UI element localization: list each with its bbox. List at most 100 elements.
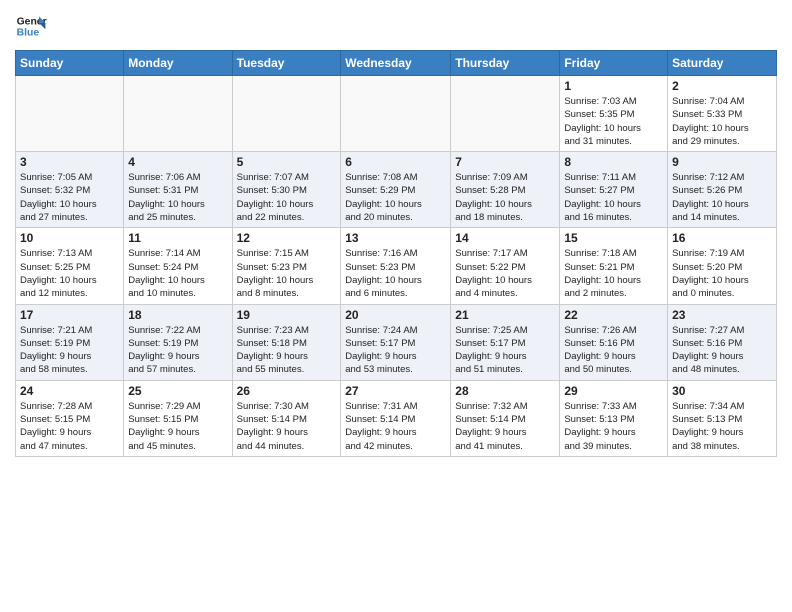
weekday-header-tuesday: Tuesday [232,51,341,76]
calendar-cell [341,76,451,152]
calendar-cell: 20 Sunrise: 7:24 AM Sunset: 5:17 PM Dayli… [341,304,451,380]
day-number: 9 [672,155,772,169]
day-number: 4 [128,155,227,169]
day-number: 23 [672,308,772,322]
day-info: Sunrise: 7:24 AM Sunset: 5:17 PM Dayligh… [345,324,446,377]
day-number: 10 [20,231,119,245]
header: General Blue [15,10,777,42]
day-info: Sunrise: 7:34 AM Sunset: 5:13 PM Dayligh… [672,400,772,453]
calendar-cell: 29 Sunrise: 7:33 AM Sunset: 5:13 PM Dayli… [560,380,668,456]
svg-text:Blue: Blue [17,28,40,39]
day-info: Sunrise: 7:26 AM Sunset: 5:16 PM Dayligh… [564,324,663,377]
day-info: Sunrise: 7:25 AM Sunset: 5:17 PM Dayligh… [455,324,555,377]
weekday-header-thursday: Thursday [451,51,560,76]
day-info: Sunrise: 7:31 AM Sunset: 5:14 PM Dayligh… [345,400,446,453]
weekday-header-monday: Monday [124,51,232,76]
day-number: 11 [128,231,227,245]
week-row-2: 3Sunrise: 7:05 AM Sunset: 5:32 PM Daylig… [16,152,777,228]
calendar-cell: 16 Sunrise: 7:19 AM Sunset: 5:20 PM Dayli… [668,228,777,304]
day-info: Sunrise: 7:03 AM Sunset: 5:35 PM Dayligh… [564,95,663,148]
day-info: Sunrise: 7:06 AM Sunset: 5:31 PM Dayligh… [128,171,227,224]
logo-icon: General Blue [15,10,47,42]
calendar-cell: 7 Sunrise: 7:09 AM Sunset: 5:28 PM Daylig… [451,152,560,228]
day-info: Sunrise: 7:09 AM Sunset: 5:28 PM Dayligh… [455,171,555,224]
day-number: 15 [564,231,663,245]
calendar-table: SundayMondayTuesdayWednesdayThursdayFrid… [15,50,777,457]
day-info: Sunrise: 7:28 AM Sunset: 5:15 PM Dayligh… [20,400,119,453]
day-info: Sunrise: 7:16 AM Sunset: 5:23 PM Dayligh… [345,247,446,300]
day-number: 12 [237,231,337,245]
day-number: 1 [564,79,663,93]
day-info: Sunrise: 7:33 AM Sunset: 5:13 PM Dayligh… [564,400,663,453]
week-row-3: 10Sunrise: 7:13 AM Sunset: 5:25 PM Dayli… [16,228,777,304]
day-number: 20 [345,308,446,322]
calendar-cell: 9 Sunrise: 7:12 AM Sunset: 5:26 PM Daylig… [668,152,777,228]
day-number: 24 [20,384,119,398]
day-info: Sunrise: 7:27 AM Sunset: 5:16 PM Dayligh… [672,324,772,377]
calendar-cell: 25 Sunrise: 7:29 AM Sunset: 5:15 PM Dayli… [124,380,232,456]
day-info: Sunrise: 7:17 AM Sunset: 5:22 PM Dayligh… [455,247,555,300]
day-info: Sunrise: 7:23 AM Sunset: 5:18 PM Dayligh… [237,324,337,377]
day-number: 21 [455,308,555,322]
calendar-cell: 6 Sunrise: 7:08 AM Sunset: 5:29 PM Daylig… [341,152,451,228]
week-row-1: 1 Sunrise: 7:03 AM Sunset: 5:35 PM Daylig… [16,76,777,152]
day-info: Sunrise: 7:08 AM Sunset: 5:29 PM Dayligh… [345,171,446,224]
weekday-header-sunday: Sunday [16,51,124,76]
day-number: 5 [237,155,337,169]
calendar-cell: 15 Sunrise: 7:18 AM Sunset: 5:21 PM Dayli… [560,228,668,304]
calendar-cell: 12Sunrise: 7:15 AM Sunset: 5:23 PM Dayli… [232,228,341,304]
calendar-cell: 10Sunrise: 7:13 AM Sunset: 5:25 PM Dayli… [16,228,124,304]
calendar-cell: 18Sunrise: 7:22 AM Sunset: 5:19 PM Dayli… [124,304,232,380]
day-info: Sunrise: 7:05 AM Sunset: 5:32 PM Dayligh… [20,171,119,224]
calendar-cell: 24 Sunrise: 7:28 AM Sunset: 5:15 PM Dayli… [16,380,124,456]
calendar-cell: 4 Sunrise: 7:06 AM Sunset: 5:31 PM Daylig… [124,152,232,228]
calendar-cell: 8Sunrise: 7:11 AM Sunset: 5:27 PM Daylig… [560,152,668,228]
weekday-header-friday: Friday [560,51,668,76]
day-info: Sunrise: 7:07 AM Sunset: 5:30 PM Dayligh… [237,171,337,224]
calendar-cell: 30Sunrise: 7:34 AM Sunset: 5:13 PM Dayli… [668,380,777,456]
calendar-cell: 11 Sunrise: 7:14 AM Sunset: 5:24 PM Dayli… [124,228,232,304]
day-info: Sunrise: 7:04 AM Sunset: 5:33 PM Dayligh… [672,95,772,148]
calendar-cell: 3Sunrise: 7:05 AM Sunset: 5:32 PM Daylig… [16,152,124,228]
day-number: 25 [128,384,227,398]
day-info: Sunrise: 7:30 AM Sunset: 5:14 PM Dayligh… [237,400,337,453]
day-info: Sunrise: 7:12 AM Sunset: 5:26 PM Dayligh… [672,171,772,224]
page-container: General Blue SundayMondayTuesdayWednesda… [0,0,792,467]
day-number: 18 [128,308,227,322]
calendar-cell [16,76,124,152]
day-info: Sunrise: 7:29 AM Sunset: 5:15 PM Dayligh… [128,400,227,453]
day-number: 29 [564,384,663,398]
calendar-cell [124,76,232,152]
week-row-4: 17Sunrise: 7:21 AM Sunset: 5:19 PM Dayli… [16,304,777,380]
day-info: Sunrise: 7:19 AM Sunset: 5:20 PM Dayligh… [672,247,772,300]
day-number: 27 [345,384,446,398]
day-number: 2 [672,79,772,93]
day-number: 6 [345,155,446,169]
weekday-header-wednesday: Wednesday [341,51,451,76]
day-number: 16 [672,231,772,245]
day-info: Sunrise: 7:32 AM Sunset: 5:14 PM Dayligh… [455,400,555,453]
calendar-cell: 17Sunrise: 7:21 AM Sunset: 5:19 PM Dayli… [16,304,124,380]
calendar-cell: 1 Sunrise: 7:03 AM Sunset: 5:35 PM Daylig… [560,76,668,152]
day-number: 28 [455,384,555,398]
calendar-cell: 21 Sunrise: 7:25 AM Sunset: 5:17 PM Dayli… [451,304,560,380]
day-info: Sunrise: 7:18 AM Sunset: 5:21 PM Dayligh… [564,247,663,300]
calendar-cell [232,76,341,152]
weekday-header-row: SundayMondayTuesdayWednesdayThursdayFrid… [16,51,777,76]
week-row-5: 24 Sunrise: 7:28 AM Sunset: 5:15 PM Dayli… [16,380,777,456]
calendar-cell: 2 Sunrise: 7:04 AM Sunset: 5:33 PM Daylig… [668,76,777,152]
calendar-cell [451,76,560,152]
day-number: 14 [455,231,555,245]
calendar-cell: 23 Sunrise: 7:27 AM Sunset: 5:16 PM Dayli… [668,304,777,380]
calendar-cell: 14 Sunrise: 7:17 AM Sunset: 5:22 PM Dayli… [451,228,560,304]
calendar-cell: 28 Sunrise: 7:32 AM Sunset: 5:14 PM Dayli… [451,380,560,456]
day-info: Sunrise: 7:14 AM Sunset: 5:24 PM Dayligh… [128,247,227,300]
calendar-cell: 19 Sunrise: 7:23 AM Sunset: 5:18 PM Dayli… [232,304,341,380]
weekday-header-saturday: Saturday [668,51,777,76]
day-number: 17 [20,308,119,322]
calendar-cell: 13 Sunrise: 7:16 AM Sunset: 5:23 PM Dayli… [341,228,451,304]
day-number: 7 [455,155,555,169]
day-number: 19 [237,308,337,322]
day-number: 13 [345,231,446,245]
day-info: Sunrise: 7:11 AM Sunset: 5:27 PM Dayligh… [564,171,663,224]
